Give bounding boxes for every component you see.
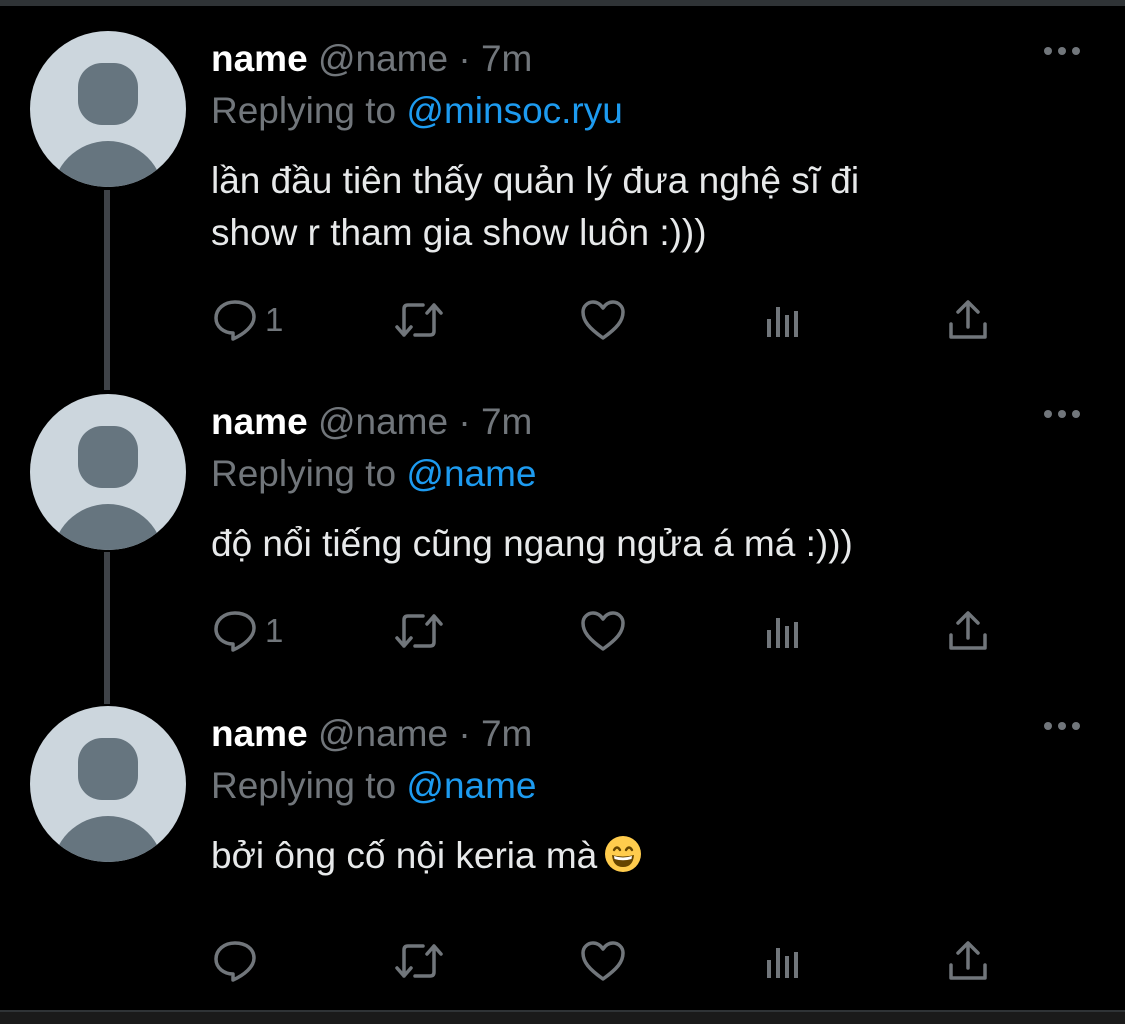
more-icon[interactable] xyxy=(1040,402,1084,426)
tweet-header: name @name · 7m xyxy=(211,37,532,81)
retweet-button[interactable] xyxy=(391,295,447,345)
reply-count: 1 xyxy=(265,301,284,338)
tweet-text: độ nổi tiếng cũng ngang ngửa á má :))) xyxy=(211,518,1031,570)
avatar-placeholder-head xyxy=(78,63,138,125)
retweet-icon xyxy=(391,938,447,984)
display-name[interactable]: name xyxy=(211,38,308,79)
tweet-header: name @name · 7m xyxy=(211,400,532,444)
top-divider xyxy=(0,0,1125,6)
like-button[interactable] xyxy=(579,295,627,345)
tweet-text-line: lần đầu tiên thấy quản lý đưa nghệ sĩ đi xyxy=(211,160,860,201)
mention-link[interactable]: @minsoc.ryu xyxy=(406,90,622,131)
retweet-icon xyxy=(391,608,447,654)
display-name[interactable]: name xyxy=(211,713,308,754)
reply-icon xyxy=(211,608,259,654)
views-button[interactable] xyxy=(763,295,807,345)
reply-button[interactable]: 1 xyxy=(211,606,283,656)
views-button[interactable] xyxy=(763,606,807,656)
share-icon xyxy=(945,297,991,343)
grinning-face-with-smiling-eyes-icon xyxy=(603,834,643,888)
action-bar: 1 xyxy=(211,606,1011,656)
tweet-text: bởi ông cố nội keria mà xyxy=(211,830,1031,888)
replying-to: Replying to @minsoc.ryu xyxy=(211,89,623,133)
retweet-button[interactable] xyxy=(391,606,447,656)
handle[interactable]: @name xyxy=(318,38,448,79)
reply-icon xyxy=(211,297,259,343)
mention-link[interactable]: @name xyxy=(406,453,536,494)
separator: · xyxy=(458,401,471,442)
share-button[interactable] xyxy=(945,936,991,986)
analytics-icon xyxy=(763,608,807,654)
analytics-icon xyxy=(763,297,807,343)
tweet-text-content: bởi ông cố nội keria mà xyxy=(211,835,598,876)
tweet-text: lần đầu tiên thấy quản lý đưa nghệ sĩ đi… xyxy=(211,155,1031,259)
share-button[interactable] xyxy=(945,295,991,345)
replying-prefix: Replying to xyxy=(211,453,397,494)
separator: · xyxy=(458,713,471,754)
heart-icon xyxy=(579,608,627,654)
thread-connector xyxy=(104,552,110,704)
tweet-text-line: bởi ông cố nội keria mà xyxy=(211,830,1031,888)
retweet-button[interactable] xyxy=(391,936,447,986)
avatar-placeholder-body xyxy=(52,141,164,187)
share-button[interactable] xyxy=(945,606,991,656)
replying-prefix: Replying to xyxy=(211,90,397,131)
avatar-placeholder-head xyxy=(78,426,138,488)
avatar[interactable] xyxy=(30,706,186,862)
heart-icon xyxy=(579,297,627,343)
mention-link[interactable]: @name xyxy=(406,765,536,806)
like-button[interactable] xyxy=(579,936,627,986)
analytics-icon xyxy=(763,938,807,984)
reply-button[interactable]: 1 xyxy=(211,295,283,345)
replying-to: Replying to @name xyxy=(211,764,537,808)
tweet-header: name @name · 7m xyxy=(211,712,532,756)
avatar-placeholder-body xyxy=(52,816,164,862)
avatar-placeholder-body xyxy=(52,504,164,550)
timestamp[interactable]: 7m xyxy=(481,401,532,442)
retweet-icon xyxy=(391,297,447,343)
like-button[interactable] xyxy=(579,606,627,656)
more-icon[interactable] xyxy=(1040,39,1084,63)
timestamp[interactable]: 7m xyxy=(481,713,532,754)
reply-button[interactable] xyxy=(211,936,265,986)
action-bar xyxy=(211,936,1011,986)
tweet-text-line: show r tham gia show luôn :))) xyxy=(211,212,707,253)
timestamp[interactable]: 7m xyxy=(481,38,532,79)
reply-count: 1 xyxy=(265,612,284,649)
action-bar: 1 xyxy=(211,295,1011,345)
more-icon[interactable] xyxy=(1040,714,1084,738)
handle[interactable]: @name xyxy=(318,713,448,754)
avatar[interactable] xyxy=(30,394,186,550)
tweet-text-line: độ nổi tiếng cũng ngang ngửa á má :))) xyxy=(211,523,853,564)
reply-icon xyxy=(211,938,259,984)
heart-icon xyxy=(579,938,627,984)
avatar-placeholder-head xyxy=(78,738,138,800)
thread-connector xyxy=(104,190,110,390)
share-icon xyxy=(945,608,991,654)
replying-to: Replying to @name xyxy=(211,452,537,496)
share-icon xyxy=(945,938,991,984)
replying-prefix: Replying to xyxy=(211,765,397,806)
separator: · xyxy=(458,38,471,79)
avatar[interactable] xyxy=(30,31,186,187)
display-name[interactable]: name xyxy=(211,401,308,442)
views-button[interactable] xyxy=(763,936,807,986)
handle[interactable]: @name xyxy=(318,401,448,442)
